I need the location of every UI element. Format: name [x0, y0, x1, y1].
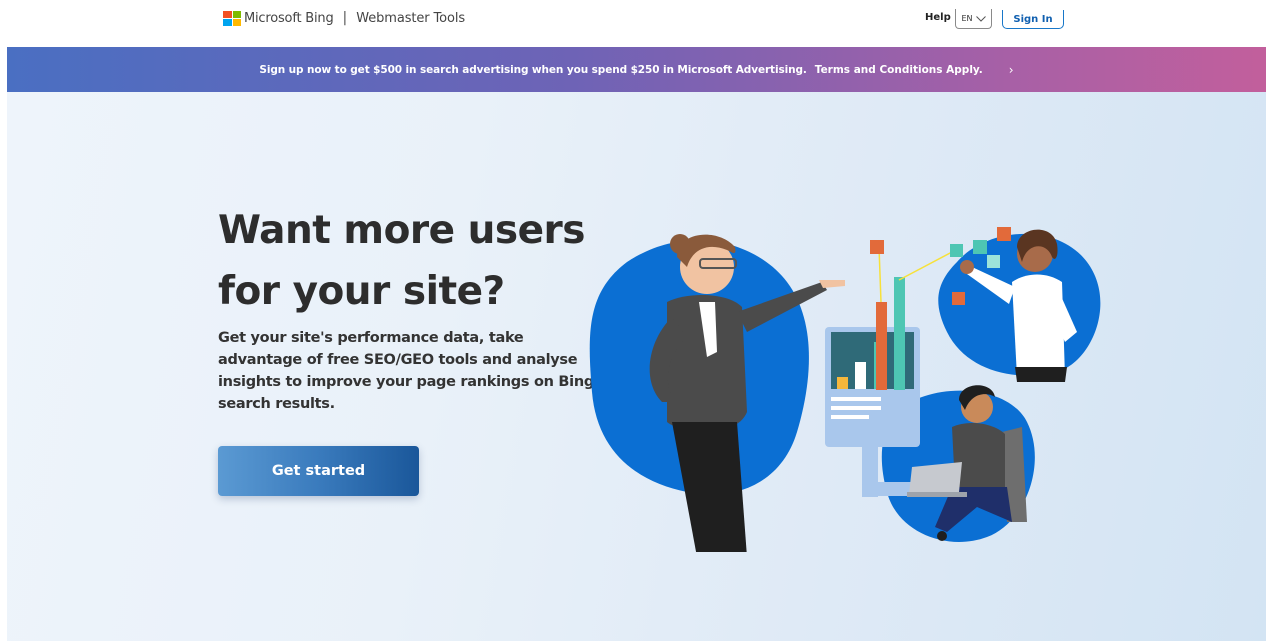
terms-link[interactable]: Terms and Conditions Apply. [815, 64, 983, 76]
language-selector[interactable]: EN [955, 9, 992, 29]
brand-name: Microsoft Bing [244, 10, 334, 26]
product-name: Webmaster Tools [356, 10, 466, 26]
language-label: EN [961, 14, 973, 23]
promo-text: Sign up now to get $500 in search advert… [259, 63, 807, 76]
promo-banner[interactable]: Sign up now to get $500 in search advert… [7, 47, 1266, 92]
top-header: Microsoft Bing | Webmaster Tools Help EN… [0, 0, 1266, 47]
brand-separator: | [342, 10, 348, 26]
microsoft-logo-icon [223, 10, 241, 26]
help-link[interactable]: Help [925, 12, 951, 23]
hero-illustration [589, 227, 1101, 552]
get-started-button[interactable]: Get started [218, 446, 419, 496]
chevron-right-icon: › [1008, 62, 1014, 77]
hero-title: Want more users for your site? [218, 200, 618, 322]
chevron-down-icon [975, 15, 986, 22]
sign-in-button[interactable]: Sign In [1002, 10, 1064, 29]
hero-title-line-2: for your site? [218, 269, 505, 314]
hero-title-line-1: Want more users [218, 208, 586, 253]
hero-subtitle: Get your site's performance data, take a… [218, 330, 594, 412]
brand[interactable]: Microsoft Bing | Webmaster Tools [223, 9, 465, 27]
hero-section: Want more users for your site? Get your … [7, 92, 1266, 641]
